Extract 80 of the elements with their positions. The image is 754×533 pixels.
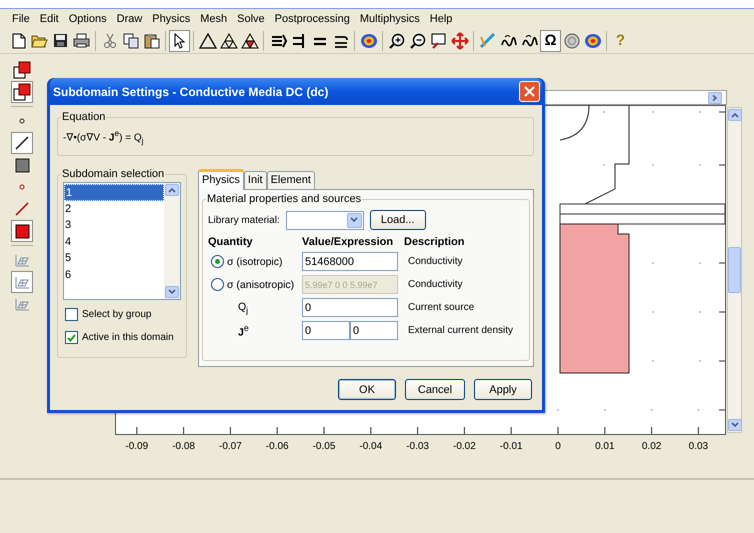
group-label: Material properties and sources — [206, 193, 362, 206]
axis-tick-label: 0.01 — [595, 441, 615, 452]
value-field[interactable]: 0 — [350, 321, 398, 340]
group-label: Subdomain selection — [61, 168, 166, 180]
description-text: Conductivity — [407, 279, 464, 290]
value-field[interactable]: 0 — [302, 321, 350, 340]
tab[interactable]: Physics — [198, 169, 244, 190]
menu-item[interactable]: Mesh — [195, 12, 232, 24]
move-arrows-icon[interactable] — [449, 30, 470, 52]
list-item[interactable]: 1 — [64, 184, 164, 201]
value-field[interactable]: 51468000 — [302, 252, 398, 272]
pointer-icon[interactable] — [169, 30, 190, 52]
menu-item[interactable]: Solve — [232, 12, 270, 24]
close-button[interactable] — [519, 81, 540, 102]
quantity-label: Q$_{j}$ — [238, 300, 248, 315]
description-text: Current source — [407, 302, 476, 314]
menu-item[interactable]: Draw — [112, 12, 148, 24]
axis-tick-label: 0.03 — [688, 441, 708, 452]
description-text: Conductivity — [407, 256, 464, 268]
quantity-label: σ (isotropic) — [227, 256, 282, 268]
axis-tick-label: 0 — [555, 441, 561, 452]
axis-tick-label: -0.04 — [359, 441, 382, 452]
menu-item[interactable]: Postprocessing — [270, 12, 355, 24]
close-icon — [524, 86, 535, 97]
checkbox[interactable] — [65, 308, 78, 322]
radio-button[interactable] — [211, 255, 224, 268]
list-item[interactable]: 6 — [64, 266, 164, 284]
dialog-title: Subdomain Settings - Conductive Media DC (dc) — [53, 84, 328, 98]
menu-item[interactable]: Multiphysics — [354, 12, 425, 24]
menu-item[interactable]: Options — [64, 12, 112, 24]
list-item[interactable]: 3 — [64, 217, 164, 234]
scroll-right-icon[interactable] — [708, 92, 722, 104]
axis-tick-label: -0.03 — [406, 441, 429, 452]
menu-item[interactable]: File — [7, 12, 35, 24]
tab[interactable]: Element — [266, 171, 315, 190]
value-field[interactable]: 0 — [302, 298, 398, 318]
scroll-up-icon[interactable] — [728, 109, 742, 121]
axis-tick-label: -0.08 — [172, 441, 195, 452]
axis-tick-label: -0.09 — [125, 441, 148, 452]
column-header: Description — [404, 236, 466, 248]
checkbox[interactable] — [65, 331, 78, 344]
checkbox-label: Select by group — [82, 309, 152, 320]
library-material-select[interactable] — [286, 210, 364, 230]
menu-item[interactable]: Edit — [34, 12, 64, 24]
quantity-label: J$^{e}$ — [238, 323, 249, 339]
axis-tick-label: 0.02 — [642, 441, 662, 452]
dialog-button[interactable]: Cancel — [405, 379, 465, 400]
scroll-down-icon[interactable] — [165, 286, 179, 298]
overlapping-squares-icon[interactable] — [11, 81, 33, 103]
list-item[interactable]: 5 — [64, 250, 164, 267]
square-icon[interactable] — [11, 220, 33, 242]
axis-tick-label: -0.01 — [500, 441, 523, 452]
axis-tick-label: -0.06 — [266, 441, 289, 452]
axis-tick-label: -0.07 — [219, 441, 242, 452]
column-header: Quantity — [208, 236, 254, 248]
overlapping-squares-icon[interactable] — [11, 59, 33, 81]
scroll-down-icon[interactable] — [728, 419, 742, 431]
vertical-scrollbar[interactable] — [727, 107, 742, 433]
menu-item[interactable]: Physics — [147, 12, 196, 24]
menu-item[interactable]: Help — [424, 12, 458, 24]
axis-tick-label: -0.05 — [312, 441, 336, 452]
equation-formula: -∇•(σ∇V - J$^{e}$) = Q$_{j}$ — [63, 128, 144, 146]
load-button[interactable]: Load... — [370, 210, 426, 230]
group-label: Equation — [61, 111, 106, 123]
list-item[interactable]: 2 — [64, 200, 164, 218]
mesh-icon[interactable] — [11, 271, 33, 293]
field-label: Library material: — [208, 214, 280, 226]
description-text: External current density — [407, 325, 514, 336]
column-header: Value/Expression — [302, 236, 394, 248]
scroll-up-icon[interactable] — [165, 184, 179, 196]
list-item[interactable]: 4 — [64, 234, 164, 250]
quantity-label: σ (anisotropic) — [227, 278, 294, 291]
tab[interactable]: Init — [244, 171, 267, 190]
omega-button[interactable]: Ω — [540, 30, 561, 52]
axis-tick-label: -0.02 — [453, 441, 476, 452]
scroll-thumb[interactable] — [728, 247, 741, 293]
subdomain-list[interactable]: 1 2 3 4 5 6 — [63, 182, 181, 300]
checkbox-label: Active in this domain — [82, 332, 174, 344]
dialog-button[interactable]: OK — [338, 379, 396, 400]
dialog-button[interactable]: Apply — [474, 379, 532, 400]
